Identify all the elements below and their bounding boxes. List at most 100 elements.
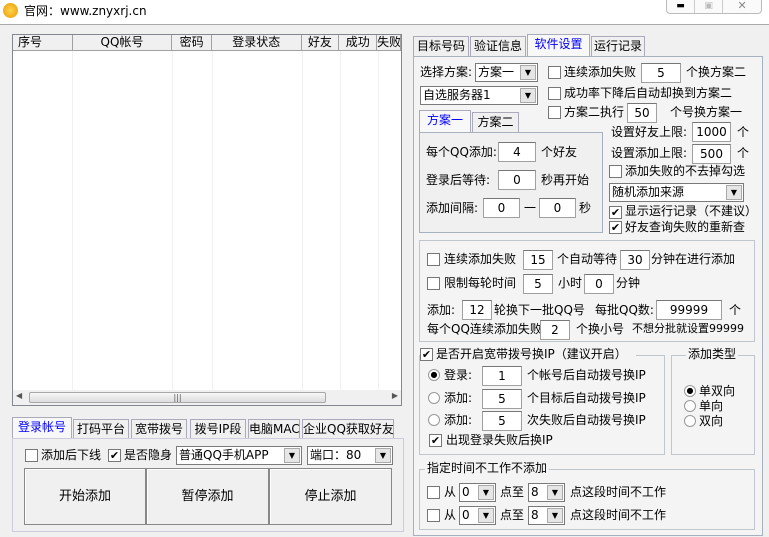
- tab-broadband-dial[interactable]: 宽带拨号: [131, 419, 187, 439]
- cont-fail-wait-input[interactable]: 15: [523, 250, 553, 270]
- per-qq-fail-input[interactable]: 2: [540, 320, 570, 340]
- batch-size-input[interactable]: 99999: [656, 300, 722, 320]
- dial-enable-checkbox[interactable]: ✔: [420, 348, 433, 361]
- source-select[interactable]: 随机添加来源 ▼: [609, 183, 744, 202]
- keep-unchecked-checkbox[interactable]: [609, 165, 622, 178]
- col-header[interactable]: 密码: [172, 35, 212, 50]
- col-header[interactable]: 好友: [302, 35, 340, 50]
- tab-target-numbers[interactable]: 目标号码: [413, 36, 469, 56]
- scroll-left-icon[interactable]: ◀: [16, 391, 22, 400]
- scrollbar-thumb[interactable]: |||: [29, 392, 326, 403]
- interval-to-input[interactable]: 0: [539, 198, 576, 218]
- cont-fail-switch-checkbox[interactable]: [548, 66, 561, 79]
- dial-fail-input[interactable]: 5: [482, 411, 522, 431]
- dial-login-radio[interactable]: ●: [428, 369, 440, 381]
- col-header[interactable]: 成功: [339, 35, 378, 50]
- chevron-down-icon[interactable]: ▼: [547, 508, 563, 523]
- login-fail-ip-checkbox[interactable]: ✔: [429, 434, 442, 447]
- tab-scheme-two[interactable]: 方案二: [472, 112, 519, 132]
- client-type-select[interactable]: 普通QQ手机APP ▼: [176, 446, 302, 465]
- rate-drop-checkbox[interactable]: [548, 87, 561, 100]
- add-type-option: 单双向: [699, 384, 736, 398]
- chevron-down-icon[interactable]: ▼: [547, 485, 563, 500]
- tab-scheme-one[interactable]: 方案一: [419, 110, 471, 132]
- pause-add-button[interactable]: 暂停添加: [146, 468, 269, 525]
- tab-verify-info[interactable]: 验证信息: [470, 36, 526, 56]
- tab-dial-ip-range[interactable]: 拨号IP段: [190, 419, 246, 439]
- per-qq-fail-note: 不想分批就设置99999: [632, 322, 744, 335]
- chevron-down-icon[interactable]: ▼: [375, 448, 391, 463]
- requery-checkbox[interactable]: ✔: [609, 221, 622, 234]
- maximize-icon[interactable]: ▣: [695, 0, 724, 13]
- schedule-suffix: 点这段时间不工作: [570, 485, 667, 499]
- window-controls: ▬ ▣ ✕: [666, 0, 762, 14]
- dial-opt-suffix: 次失败后自动拨号换IP: [527, 413, 646, 427]
- schedule-row1-checkbox[interactable]: [427, 486, 440, 499]
- offline-after-add-checkbox[interactable]: [25, 449, 38, 462]
- dial-fail-radio[interactable]: [428, 414, 440, 426]
- tab-computer-mac[interactable]: 电脑MAC: [248, 419, 300, 439]
- schedule-row2-from-select[interactable]: 0 ▼: [459, 506, 496, 525]
- chevron-down-icon[interactable]: ▼: [520, 65, 536, 80]
- col-header[interactable]: QQ帐号: [73, 35, 173, 50]
- wait-minutes-input[interactable]: 30: [620, 250, 650, 270]
- limit-round-label: 限制每轮时间: [444, 276, 517, 290]
- scheme-select[interactable]: 方案一 ▼: [475, 63, 538, 82]
- scroll-right-icon[interactable]: ▶: [392, 391, 398, 400]
- chevron-down-icon[interactable]: ▼: [284, 448, 300, 463]
- cont-fail-input[interactable]: 5: [641, 63, 681, 83]
- per-qq-add-input[interactable]: 4: [498, 142, 536, 162]
- chevron-down-icon[interactable]: ▼: [520, 88, 536, 103]
- per-qq-fail-label: 每个QQ连续添加失败: [427, 322, 542, 336]
- port-select[interactable]: 端口：80 ▼: [307, 446, 393, 465]
- scheme2-exec-checkbox[interactable]: [548, 106, 561, 119]
- account-table[interactable]: 序号 QQ帐号 密码 登录状态 好友 成功 失败 ◀ ||| ▶: [12, 34, 402, 406]
- limit-hours-input[interactable]: 5: [523, 274, 553, 294]
- show-log-checkbox[interactable]: ✔: [609, 206, 622, 219]
- scheme2-exec-input[interactable]: 50: [627, 103, 657, 123]
- cont-fail-label: 连续添加失败: [564, 65, 637, 79]
- tab-captcha-platform[interactable]: 打码平台: [73, 419, 129, 439]
- stop-add-button[interactable]: 停止添加: [269, 468, 392, 525]
- tab-enterprise-qq[interactable]: 企业QQ获取好友: [302, 419, 394, 439]
- col-header[interactable]: 登录状态: [212, 35, 302, 50]
- chevron-down-icon[interactable]: ▼: [478, 508, 494, 523]
- friend-limit-input[interactable]: 1000: [692, 122, 731, 142]
- to-value: 8: [531, 508, 539, 522]
- batch-rounds-input[interactable]: 12: [462, 300, 492, 320]
- chevron-down-icon[interactable]: ▼: [726, 185, 742, 200]
- invisible-checkbox[interactable]: ✔: [108, 449, 121, 462]
- horizontal-scrollbar[interactable]: ◀ ||| ▶: [13, 390, 401, 405]
- client-type-value: 普通QQ手机APP: [179, 448, 269, 462]
- schedule-row2-checkbox[interactable]: [427, 509, 440, 522]
- dial-add-target-radio[interactable]: [428, 392, 440, 404]
- cont-fail-wait-label: 连续添加失败: [444, 252, 517, 266]
- limit-round-checkbox[interactable]: [427, 277, 440, 290]
- tab-login-account[interactable]: 登录帐号: [12, 417, 72, 439]
- dial-login-input[interactable]: 1: [482, 366, 522, 386]
- dial-add-target-input[interactable]: 5: [482, 389, 522, 409]
- add-type-single-radio[interactable]: [684, 400, 696, 412]
- interval-from-input[interactable]: 0: [483, 198, 520, 218]
- add-type-both-radio[interactable]: ●: [684, 385, 696, 397]
- close-icon[interactable]: ✕: [723, 0, 761, 13]
- add-type-double-radio[interactable]: [684, 415, 696, 427]
- server-select[interactable]: 自选服务器1 ▼: [420, 86, 538, 105]
- minimize-icon[interactable]: ▬: [667, 0, 696, 13]
- schedule-row1-to-select[interactable]: 8 ▼: [528, 483, 565, 502]
- login-wait-input[interactable]: 0: [498, 170, 536, 190]
- batch-label: 添加:: [427, 303, 456, 317]
- chevron-down-icon[interactable]: ▼: [478, 485, 494, 500]
- add-limit-input[interactable]: 500: [692, 144, 731, 164]
- schedule-row2-to-select[interactable]: 8 ▼: [528, 506, 565, 525]
- col-header[interactable]: 失败: [377, 35, 401, 50]
- limit-minutes-input[interactable]: 0: [584, 274, 614, 294]
- rate-drop-label: 成功率下降后自动却换到方案二: [564, 86, 733, 100]
- cont-fail-wait-checkbox[interactable]: [427, 253, 440, 266]
- start-add-button[interactable]: 开始添加: [24, 468, 146, 525]
- tab-run-log[interactable]: 运行记录: [591, 36, 645, 56]
- from-label: 从: [444, 508, 457, 522]
- tab-software-settings[interactable]: 软件设置: [527, 34, 590, 56]
- schedule-row1-from-select[interactable]: 0 ▼: [459, 483, 496, 502]
- col-header[interactable]: 序号: [13, 35, 73, 50]
